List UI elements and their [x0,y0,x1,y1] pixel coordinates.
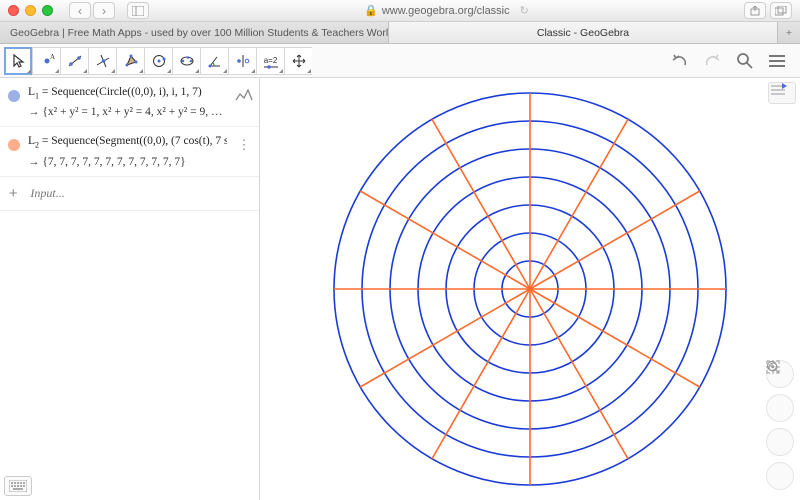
obj-name: L1 [28,86,39,98]
tool-polygon[interactable] [116,47,144,75]
algebra-item-l1[interactable]: L1 = Sequence(Circle((0,0), i), i, 1, 7)… [0,78,259,127]
tool-ellipse[interactable] [172,47,200,75]
algebra-item-l2[interactable]: L2 = Sequence(Segment((0,0), (7 cos(t), … [0,127,259,176]
visibility-toggle-l1[interactable] [6,86,22,118]
sidebar-icon [132,6,144,16]
algebra-text: L2 = Sequence(Segment((0,0), (7 cos(t), … [28,135,227,167]
tool-reflect[interactable] [228,47,256,75]
forward-button[interactable]: › [93,2,115,19]
cursor-icon [11,53,27,69]
fullscreen-icon [766,360,780,374]
tool-perpendicular[interactable] [88,47,116,75]
tool-line[interactable] [60,47,88,75]
obj-result: → {7, 7, 7, 7, 7, 7, 7, 7, 7, 7, 7, 7} [28,156,227,168]
fullscreen-button[interactable] [766,462,794,490]
reflect-icon [235,53,251,69]
browser-tab-2[interactable]: Classic - GeoGebra [389,22,778,43]
browser-tabstrip: GeoGebra | Free Math Apps - used by over… [0,22,800,44]
graphics-controls [766,360,794,490]
geogebra-app: A a=2 [0,44,800,500]
move-view-icon [291,53,307,69]
tool-move[interactable] [4,47,32,75]
reload-icon[interactable]: ↻ [520,4,529,17]
undo-icon [671,53,691,69]
perpendicular-icon [95,53,111,69]
hamburger-icon [768,54,786,68]
url-text: www.geogebra.org/classic [382,5,510,17]
visibility-toggle-l2[interactable] [6,135,22,167]
content-area: L1 = Sequence(Circle((0,0), i), i, 1, 7)… [0,78,800,500]
obj-def: = Sequence(Segment((0,0), (7 cos(t), 7 s… [42,135,227,147]
virtual-keyboard-button[interactable] [4,476,32,496]
minimize-window-button[interactable] [25,5,36,16]
ellipse-icon [179,53,195,69]
tab-label: Classic - GeoGebra [537,27,629,39]
address-bar[interactable]: 🔒 www.geogebra.org/classic ↻ [155,4,738,17]
close-window-button[interactable] [8,5,19,16]
undo-button[interactable] [670,50,692,72]
svg-text:A: A [50,53,55,61]
share-button[interactable] [744,2,766,19]
browser-tab-1[interactable]: GeoGebra | Free Math Apps - used by over… [0,22,389,43]
algebra-input[interactable] [30,186,253,201]
new-tab-button[interactable]: + [778,22,800,43]
graphics-view[interactable] [260,78,800,500]
tabs-button[interactable] [770,2,792,19]
table-of-values-icon[interactable] [233,86,255,118]
tool-move-view[interactable] [284,47,312,75]
algebra-input-row: + [0,177,259,211]
top-right-controls [670,50,796,72]
obj-result: → {x² + y² = 1, x² + y² = 4, x² + y² = 9… [28,106,227,118]
tabs-icon [775,6,787,16]
window-titlebar: ‹ › 🔒 www.geogebra.org/classic ↻ [0,0,800,22]
zoom-in-button[interactable] [766,394,794,422]
plot-svg [260,78,800,500]
add-object-button[interactable]: + [6,185,20,202]
search-icon [736,52,754,70]
back-button[interactable]: ‹ [69,2,91,19]
algebra-text: L1 = Sequence(Circle((0,0), i), i, 1, 7)… [28,86,227,118]
tool-angle[interactable] [200,47,228,75]
slider-icon [264,65,278,69]
keyboard-icon [9,480,27,492]
lock-icon: 🔒 [364,4,378,17]
point-icon: A [39,53,55,69]
search-button[interactable] [734,50,756,72]
sidebar-toggle-button[interactable] [127,2,149,19]
share-icon [750,6,760,16]
app-toolbar: A a=2 [0,44,800,78]
tool-slider[interactable]: a=2 [256,47,284,75]
maximize-window-button[interactable] [42,5,53,16]
tool-point[interactable]: A [32,47,60,75]
circle-icon [151,53,167,69]
menu-button[interactable] [766,50,788,72]
obj-def: = Sequence(Circle((0,0), i), i, 1, 7) [42,86,202,98]
line-icon [67,53,83,69]
zoom-out-button[interactable] [766,428,794,456]
algebra-view: L1 = Sequence(Circle((0,0), i), i, 1, 7)… [0,78,260,500]
redo-button[interactable] [702,50,724,72]
polygon-icon [123,53,139,69]
obj-name: L2 [28,135,39,147]
redo-icon [703,53,723,69]
more-icon[interactable]: ⋮ [233,135,255,167]
tab-label: GeoGebra | Free Math Apps - used by over… [10,27,389,39]
angle-icon [207,53,223,69]
tool-circle[interactable] [144,47,172,75]
